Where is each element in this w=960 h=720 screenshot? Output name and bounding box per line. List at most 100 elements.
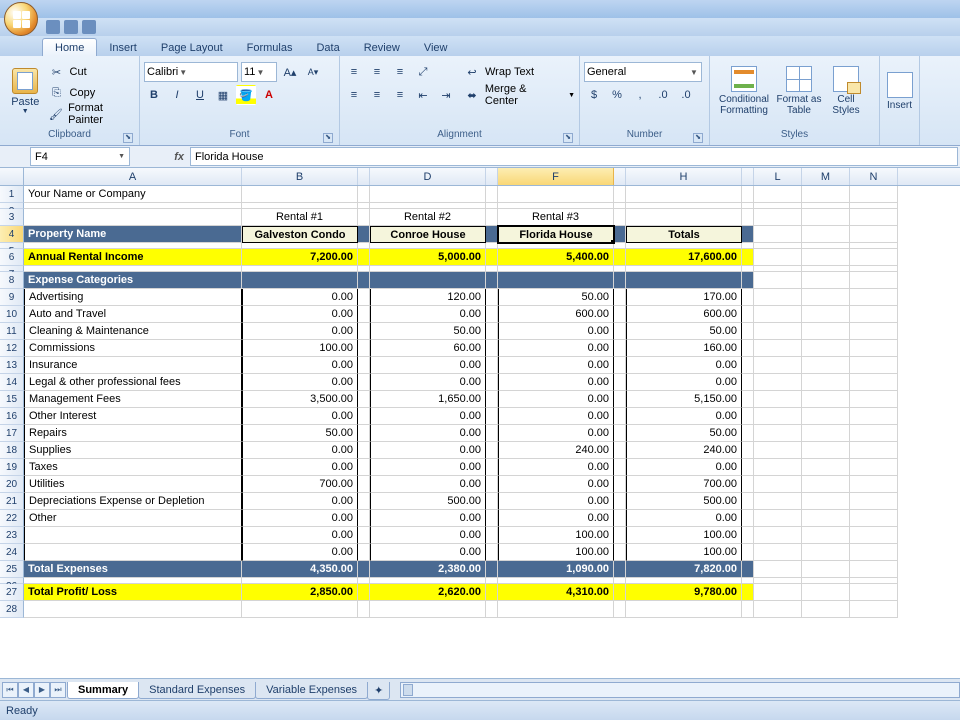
cell[interactable] [802, 272, 850, 289]
cell[interactable] [614, 527, 626, 544]
cell[interactable] [358, 561, 370, 578]
cell[interactable] [370, 601, 486, 618]
cell[interactable] [358, 374, 370, 391]
cell[interactable]: Rental #3 [498, 209, 614, 226]
cell[interactable]: Rental #1 [242, 209, 358, 226]
cell[interactable] [754, 374, 802, 391]
cell[interactable] [850, 425, 898, 442]
cell[interactable]: 0.00 [370, 527, 486, 544]
cell[interactable]: 160.00 [626, 340, 742, 357]
cell[interactable] [742, 527, 754, 544]
cell[interactable] [742, 374, 754, 391]
fill-color-button[interactable]: 🪣 [236, 85, 256, 105]
sheet-nav-first-icon[interactable]: ⏮ [2, 682, 18, 698]
cell[interactable] [358, 306, 370, 323]
cell[interactable]: 5,000.00 [370, 249, 486, 266]
cell[interactable] [358, 323, 370, 340]
grow-font-icon[interactable]: A▴ [280, 62, 300, 82]
cell[interactable] [358, 249, 370, 266]
cell[interactable]: 100.00 [626, 544, 742, 561]
row-header[interactable]: 24 [0, 544, 24, 561]
cell[interactable] [486, 459, 498, 476]
underline-button[interactable]: U [190, 85, 210, 105]
comma-icon[interactable]: , [630, 85, 650, 105]
row-header[interactable]: 21 [0, 493, 24, 510]
col-header[interactable] [486, 168, 498, 185]
row-header[interactable]: 19 [0, 459, 24, 476]
cell[interactable] [358, 391, 370, 408]
cell[interactable] [742, 544, 754, 561]
row-header[interactable]: 15 [0, 391, 24, 408]
cell[interactable] [614, 391, 626, 408]
cut-label[interactable]: Cut [70, 66, 87, 78]
merge-center-label[interactable]: Merge & Center [485, 83, 562, 107]
cell[interactable]: 120.00 [370, 289, 486, 306]
row-header[interactable]: 1 [0, 186, 24, 203]
cell[interactable]: Depreciations Expense or Depletion [24, 493, 242, 510]
cell[interactable]: 600.00 [626, 306, 742, 323]
cell[interactable] [850, 561, 898, 578]
cell[interactable]: 240.00 [498, 442, 614, 459]
cell[interactable]: 0.00 [242, 408, 358, 425]
cell[interactable]: Commissions [24, 340, 242, 357]
sheet-tab-standard[interactable]: Standard Expenses [138, 682, 256, 699]
cell[interactable]: Other Interest [24, 408, 242, 425]
cell[interactable] [486, 527, 498, 544]
cell[interactable] [742, 601, 754, 618]
cell-styles-button[interactable]: Cell Styles [824, 58, 868, 124]
cell[interactable] [614, 476, 626, 493]
cell[interactable] [802, 209, 850, 226]
cell[interactable] [802, 561, 850, 578]
cell[interactable] [802, 510, 850, 527]
cell[interactable]: Repairs [24, 425, 242, 442]
cell[interactable]: 50.00 [370, 323, 486, 340]
cell[interactable]: 100.00 [626, 527, 742, 544]
cell[interactable] [850, 272, 898, 289]
cell[interactable]: 50.00 [242, 425, 358, 442]
cell[interactable] [754, 340, 802, 357]
cell[interactable]: 7,200.00 [242, 249, 358, 266]
cell[interactable] [754, 493, 802, 510]
cell[interactable]: 0.00 [370, 408, 486, 425]
cell[interactable]: 0.00 [370, 374, 486, 391]
cell[interactable] [486, 374, 498, 391]
cell[interactable] [614, 561, 626, 578]
orientation-icon[interactable]: ⤢ [413, 62, 433, 82]
row-header[interactable]: 23 [0, 527, 24, 544]
qat-undo-icon[interactable] [64, 20, 78, 34]
cell[interactable] [498, 186, 614, 203]
qat-save-icon[interactable] [46, 20, 60, 34]
cell[interactable] [486, 408, 498, 425]
col-header[interactable]: A [24, 168, 242, 185]
cell[interactable] [486, 323, 498, 340]
cell[interactable]: Taxes [24, 459, 242, 476]
row-header[interactable]: 18 [0, 442, 24, 459]
cell[interactable] [850, 584, 898, 601]
tab-home[interactable]: Home [42, 38, 97, 56]
col-header[interactable]: B [242, 168, 358, 185]
cell[interactable] [486, 601, 498, 618]
shrink-font-icon[interactable]: A▾ [303, 62, 323, 82]
cell[interactable] [742, 408, 754, 425]
cell[interactable] [486, 584, 498, 601]
cell[interactable]: 0.00 [498, 493, 614, 510]
sheet-nav-last-icon[interactable]: ⏭ [50, 682, 66, 698]
cell[interactable]: Conroe House [370, 226, 486, 243]
inc-decimal-icon[interactable]: .0 [653, 85, 673, 105]
cell[interactable] [802, 459, 850, 476]
align-left-icon[interactable]: ≡ [344, 85, 364, 105]
row-header[interactable]: 10 [0, 306, 24, 323]
cell[interactable] [742, 510, 754, 527]
dec-decimal-icon[interactable]: .0 [676, 85, 696, 105]
cell[interactable] [614, 306, 626, 323]
cell[interactable] [850, 323, 898, 340]
wrap-text-label[interactable]: Wrap Text [485, 66, 534, 78]
row-header[interactable]: 11 [0, 323, 24, 340]
row-header[interactable]: 22 [0, 510, 24, 527]
cell[interactable] [754, 544, 802, 561]
align-right-icon[interactable]: ≡ [390, 85, 410, 105]
cell[interactable] [742, 442, 754, 459]
tab-formulas[interactable]: Formulas [235, 39, 305, 56]
cell[interactable] [24, 601, 242, 618]
cell[interactable]: 50.00 [626, 425, 742, 442]
